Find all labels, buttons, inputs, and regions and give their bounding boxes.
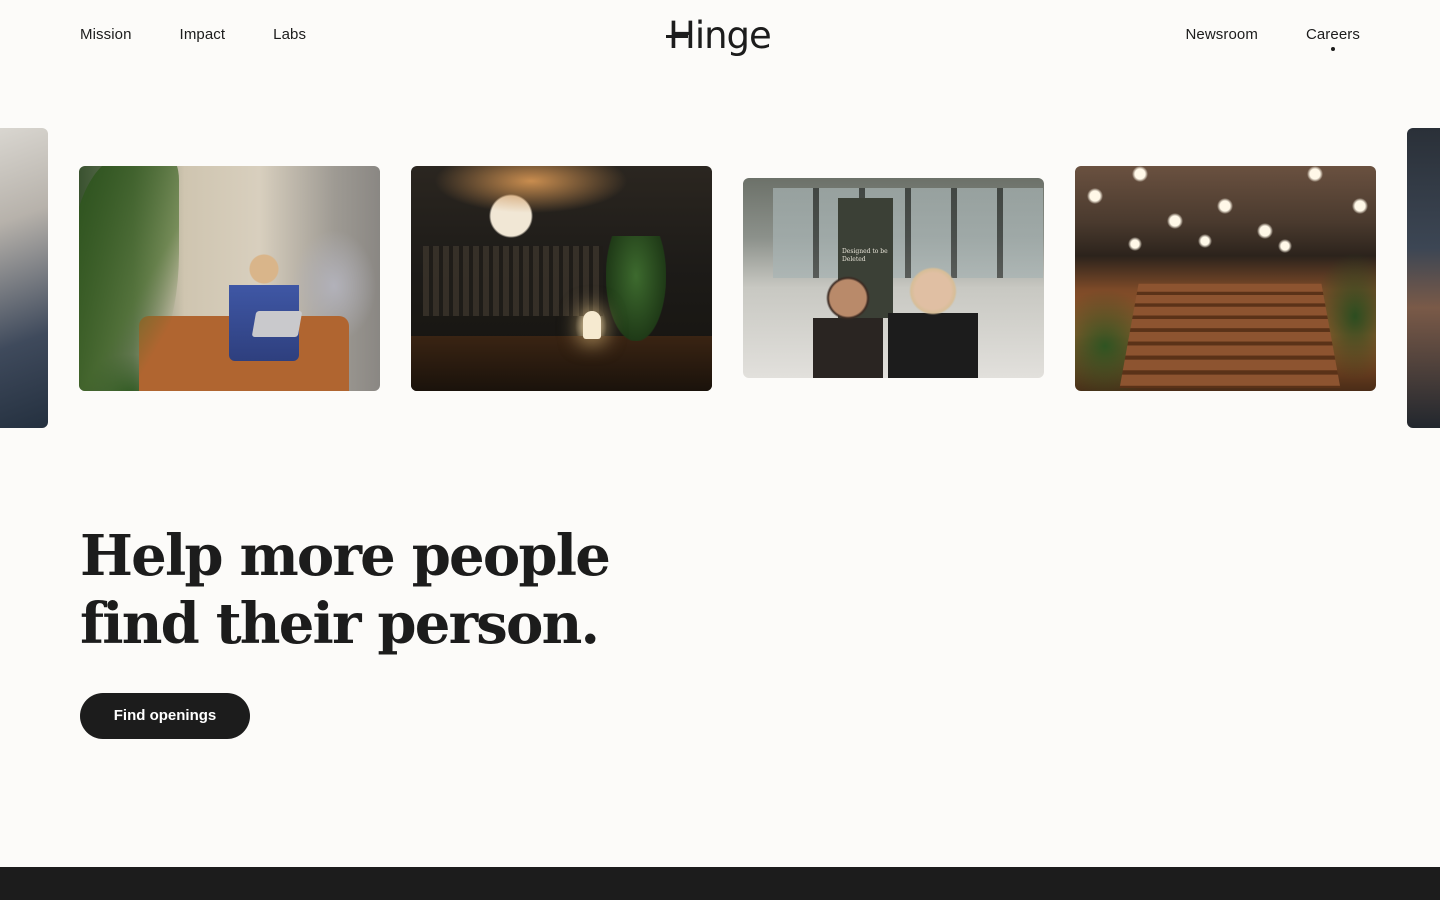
gallery-photo-partial-left (0, 128, 48, 428)
gallery-photo-sofa (79, 166, 380, 391)
logo-crossbar (666, 35, 688, 38)
primary-nav-right: Newsroom Careers (1185, 26, 1360, 51)
woman-left-figure (813, 273, 883, 378)
bookshelf-shape (423, 246, 603, 316)
counter-shape (411, 336, 712, 391)
pendant-lights (1075, 166, 1376, 256)
nav-link-mission[interactable]: Mission (80, 26, 132, 44)
hero-headline-line-1: Help more people (80, 523, 611, 589)
plant-shape (606, 236, 666, 341)
hero-headline: Help more people find their person. (80, 522, 700, 658)
nav-link-labs[interactable]: Labs (273, 26, 306, 44)
gallery-photo-partial-right (1407, 128, 1440, 428)
laptop-shape (251, 311, 303, 337)
find-openings-button[interactable]: Find openings (80, 693, 250, 739)
dark-footer-band (0, 867, 1440, 900)
table-lamp-shape (583, 311, 601, 339)
windows-shape (773, 188, 1043, 278)
nav-link-impact[interactable]: Impact (180, 26, 226, 44)
active-indicator-dot (1330, 47, 1335, 51)
banner-text: Designed to be Deleted (842, 248, 888, 263)
gallery-photo-stairs (1075, 166, 1376, 391)
hinge-logo[interactable]: Hinge (666, 12, 772, 60)
woman-right-figure (888, 263, 978, 378)
site-header: Mission Impact Labs Hinge Newsroom Caree… (0, 0, 1440, 72)
primary-nav-left: Mission Impact Labs (80, 26, 306, 44)
gallery-photo-library (411, 166, 712, 391)
wooden-stairs-shape (1119, 283, 1341, 389)
hero-headline-line-2: find their person. (80, 591, 600, 657)
nav-link-newsroom[interactable]: Newsroom (1185, 26, 1257, 44)
nav-link-careers[interactable]: Careers (1305, 26, 1360, 51)
woman-figure (229, 251, 299, 361)
nav-link-careers-label: Careers (1305, 26, 1360, 43)
gallery-photo-conversation: Designed to be Deleted (743, 178, 1044, 378)
